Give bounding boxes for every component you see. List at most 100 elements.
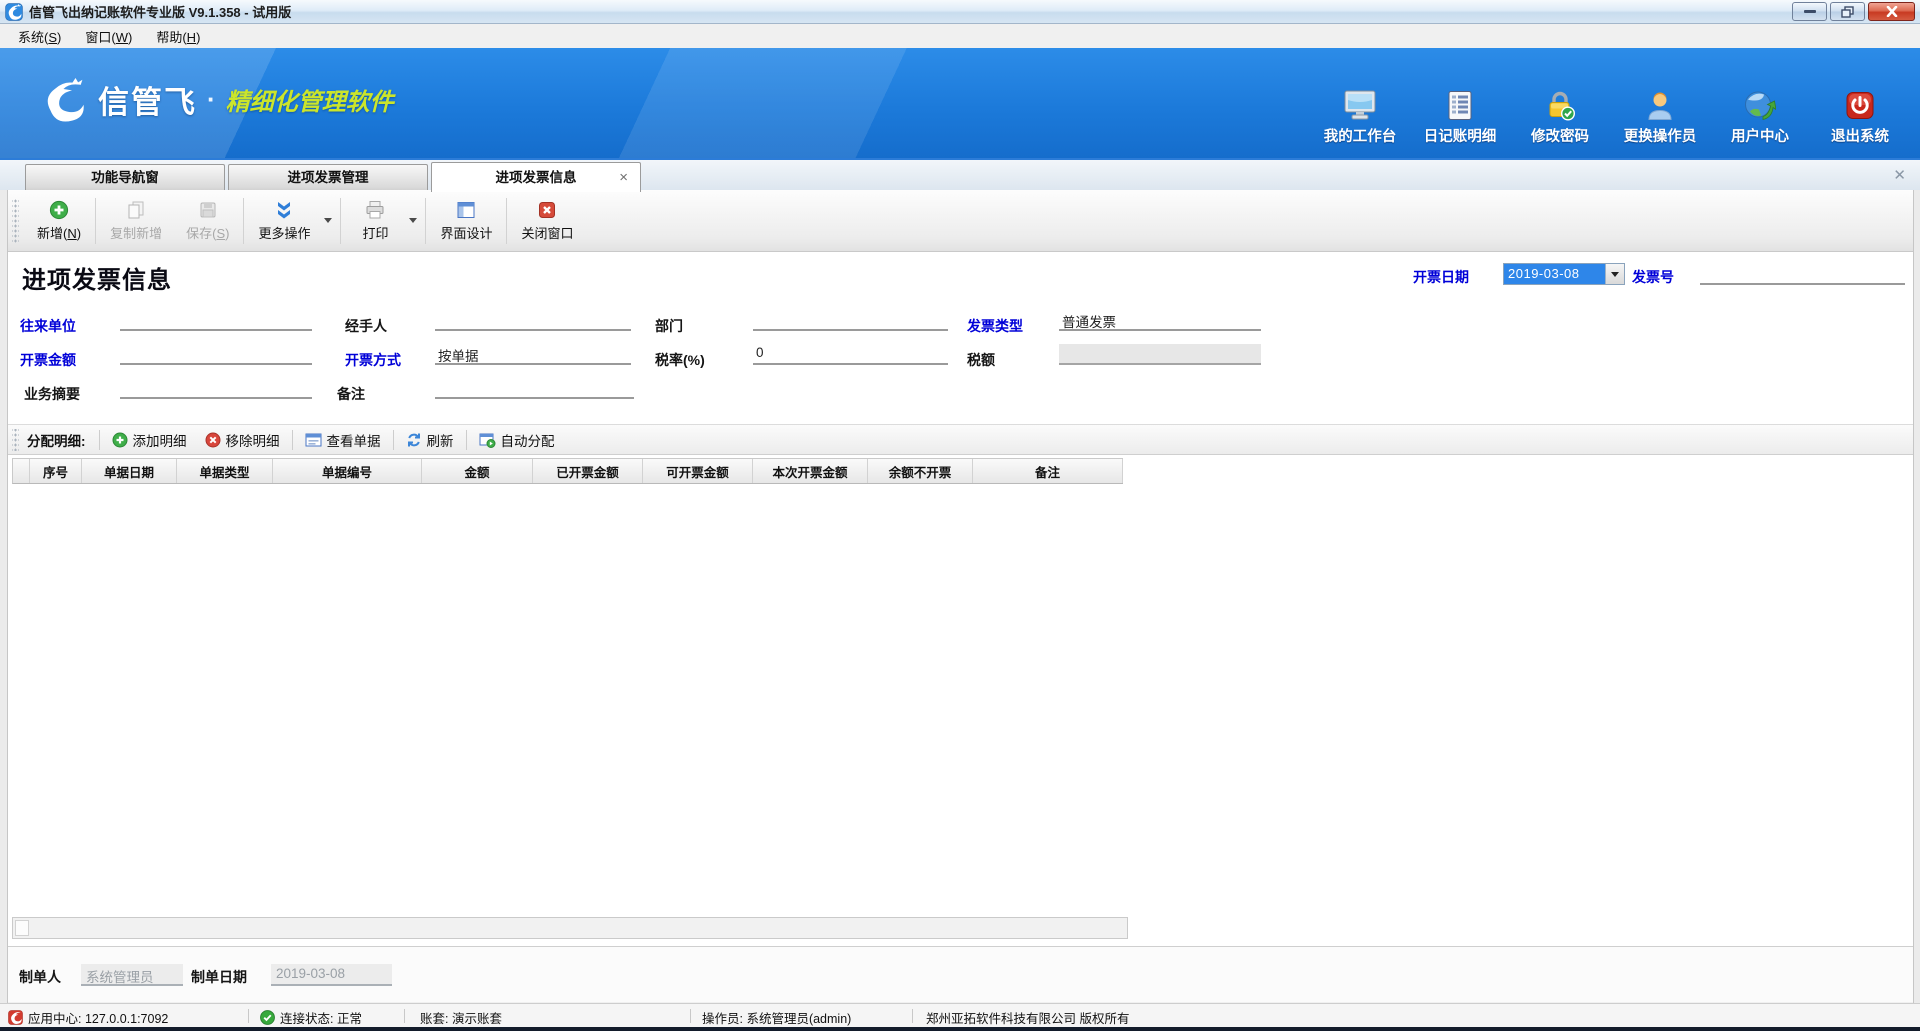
new-button[interactable]: 新增(N) xyxy=(25,196,93,246)
exit-system-button[interactable]: 退出系统 xyxy=(1814,81,1906,148)
print-dropdown-icon[interactable] xyxy=(409,218,417,223)
more-actions-label: 更多操作 xyxy=(258,223,310,242)
method-input[interactable]: 按单据 xyxy=(435,344,631,365)
window-title: 信管飞出纳记账软件专业版 V9.1.358 - 试用版 xyxy=(29,2,291,21)
account-book-status: 账套: 演示账套 xyxy=(420,1008,502,1027)
footer-panel: 制单人 系统管理员 制单日期 2019-03-08 xyxy=(8,946,1913,1002)
note-input[interactable] xyxy=(435,378,634,399)
grid-column-header[interactable]: 单据日期 xyxy=(82,459,177,483)
handler-label: 经手人 xyxy=(345,316,387,336)
menu-window[interactable]: 窗口(W) xyxy=(73,25,144,48)
detail-separator xyxy=(292,430,293,450)
invoice-date-combo[interactable]: 2019-03-08 xyxy=(1503,263,1625,285)
new-plus-icon xyxy=(49,200,69,220)
detail-separator xyxy=(99,430,100,450)
partner-label: 往来单位 xyxy=(20,316,76,336)
tab-function-nav[interactable]: 功能导航窗 xyxy=(25,164,225,191)
invoice-date-value[interactable]: 2019-03-08 xyxy=(1504,264,1605,284)
brand-logo: 信管飞 · 精细化管理软件 xyxy=(36,76,394,122)
toolbar-separator xyxy=(243,198,244,244)
grid-column-header[interactable]: 备注 xyxy=(973,459,1123,483)
grid-column-header[interactable]: 可开票金额 xyxy=(643,459,753,483)
more-actions-dropdown-icon[interactable] xyxy=(324,218,332,223)
operator-icon xyxy=(1645,83,1675,121)
copy-new-label: 复制新增 xyxy=(110,223,162,242)
view-bill-label: 查看单据 xyxy=(327,430,381,450)
scrollbar-thumb[interactable] xyxy=(15,920,29,936)
power-exit-icon xyxy=(1845,83,1875,121)
copy-new-button[interactable]: 复制新增 xyxy=(98,196,174,246)
invoice-type-input[interactable]: 普通发票 xyxy=(1059,310,1261,331)
app-center-status: 应用中心: 127.0.0.1:7092 xyxy=(8,1008,168,1027)
close-window-button[interactable]: 关闭窗口 xyxy=(509,196,585,246)
header-actions: 我的工作台 日记账明细 修改密码 更换操作员 用户中心 xyxy=(1314,81,1906,148)
grid-body[interactable] xyxy=(12,485,1128,917)
change-password-button[interactable]: 修改密码 xyxy=(1514,81,1606,148)
menu-system[interactable]: 系统(S) xyxy=(6,25,73,48)
invoice-info-panel: 进项发票信息 开票日期 2019-03-08 发票号 往来单位 经手人 部门 发… xyxy=(8,252,1913,946)
grid-horizontal-scrollbar[interactable] xyxy=(12,917,1128,939)
detail-toolbar-grip-handle[interactable] xyxy=(12,429,19,451)
add-detail-label: 添加明细 xyxy=(133,430,187,450)
remove-detail-label: 移除明细 xyxy=(226,430,280,450)
workspace-button[interactable]: 我的工作台 xyxy=(1314,81,1406,148)
tab-invoice-info[interactable]: 进项发票信息 × xyxy=(431,162,641,192)
add-detail-button[interactable]: 添加明细 xyxy=(103,427,196,453)
grid-column-header[interactable]: 序号 xyxy=(30,459,82,483)
status-bar: 应用中心: 127.0.0.1:7092 连接状态: 正常 账套: 演示账套 操… xyxy=(0,1003,1920,1027)
taxrate-input[interactable]: 0 xyxy=(753,344,948,365)
layout-design-icon xyxy=(456,200,476,220)
summary-input[interactable] xyxy=(120,378,312,399)
minimize-icon xyxy=(1804,9,1816,14)
refresh-button[interactable]: 刷新 xyxy=(397,427,463,453)
grid-column-header[interactable]: 单据编号 xyxy=(273,459,422,483)
dept-input[interactable] xyxy=(753,310,948,331)
save-button[interactable]: 保存(S) xyxy=(174,196,241,246)
menu-help[interactable]: 帮助(H) xyxy=(144,25,212,48)
view-bill-button[interactable]: 查看单据 xyxy=(296,427,390,453)
auto-assign-icon xyxy=(479,432,496,448)
tab-close-icon[interactable]: × xyxy=(619,163,628,192)
ui-design-button[interactable]: 界面设计 xyxy=(428,196,504,246)
menubar: 系统(S) 窗口(W) 帮助(H) xyxy=(0,25,1920,48)
save-floppy-icon xyxy=(198,200,218,220)
amount-label: 开票金额 xyxy=(20,350,76,370)
tab-invoice-manage[interactable]: 进项发票管理 xyxy=(228,164,428,191)
journal-button[interactable]: 日记账明细 xyxy=(1414,81,1506,148)
restore-icon xyxy=(1841,6,1854,18)
grid-row-indicator-header[interactable] xyxy=(13,459,30,483)
grid-column-header[interactable]: 余额不开票 xyxy=(868,459,973,483)
amount-input[interactable] xyxy=(120,344,312,365)
status-separator xyxy=(404,1009,405,1023)
minimize-button[interactable] xyxy=(1792,2,1827,21)
grid-column-header[interactable]: 本次开票金额 xyxy=(753,459,868,483)
tab-label: 功能导航窗 xyxy=(91,170,159,185)
partner-input[interactable] xyxy=(120,310,312,331)
toolbar-separator xyxy=(506,198,507,244)
grid-column-header[interactable]: 已开票金额 xyxy=(533,459,643,483)
auto-assign-button[interactable]: 自动分配 xyxy=(470,427,564,453)
toolbar-separator xyxy=(340,198,341,244)
handler-input[interactable] xyxy=(435,310,631,331)
page-title: 进项发票信息 xyxy=(22,260,172,295)
tabstrip-close-icon[interactable]: ✕ xyxy=(1893,166,1906,184)
switch-operator-button[interactable]: 更换操作员 xyxy=(1614,81,1706,148)
close-button[interactable] xyxy=(1868,2,1915,21)
remove-detail-button[interactable]: 移除明细 xyxy=(196,427,289,453)
grid-column-header[interactable]: 单据类型 xyxy=(177,459,273,483)
chevron-down-icon xyxy=(1611,272,1619,277)
invoice-date-dropdown-button[interactable] xyxy=(1605,264,1624,284)
switch-operator-label: 更换操作员 xyxy=(1624,125,1697,146)
right-panel-gutter xyxy=(1913,190,1920,1003)
toolbar-separator xyxy=(425,198,426,244)
invoice-no-input[interactable] xyxy=(1700,264,1905,285)
toolbar-grip-handle[interactable] xyxy=(12,199,19,243)
summary-label: 业务摘要 xyxy=(24,384,80,404)
restore-button[interactable] xyxy=(1830,2,1865,21)
copyright-text: 郑州亚拓软件科技有限公司 版权所有 xyxy=(926,1008,1129,1027)
more-actions-button[interactable]: 更多操作 xyxy=(246,196,322,246)
user-center-button[interactable]: 用户中心 xyxy=(1714,81,1806,148)
brand-name: 信管飞 xyxy=(98,77,197,122)
grid-column-header[interactable]: 金额 xyxy=(422,459,533,483)
print-button[interactable]: 打印 xyxy=(343,196,407,246)
